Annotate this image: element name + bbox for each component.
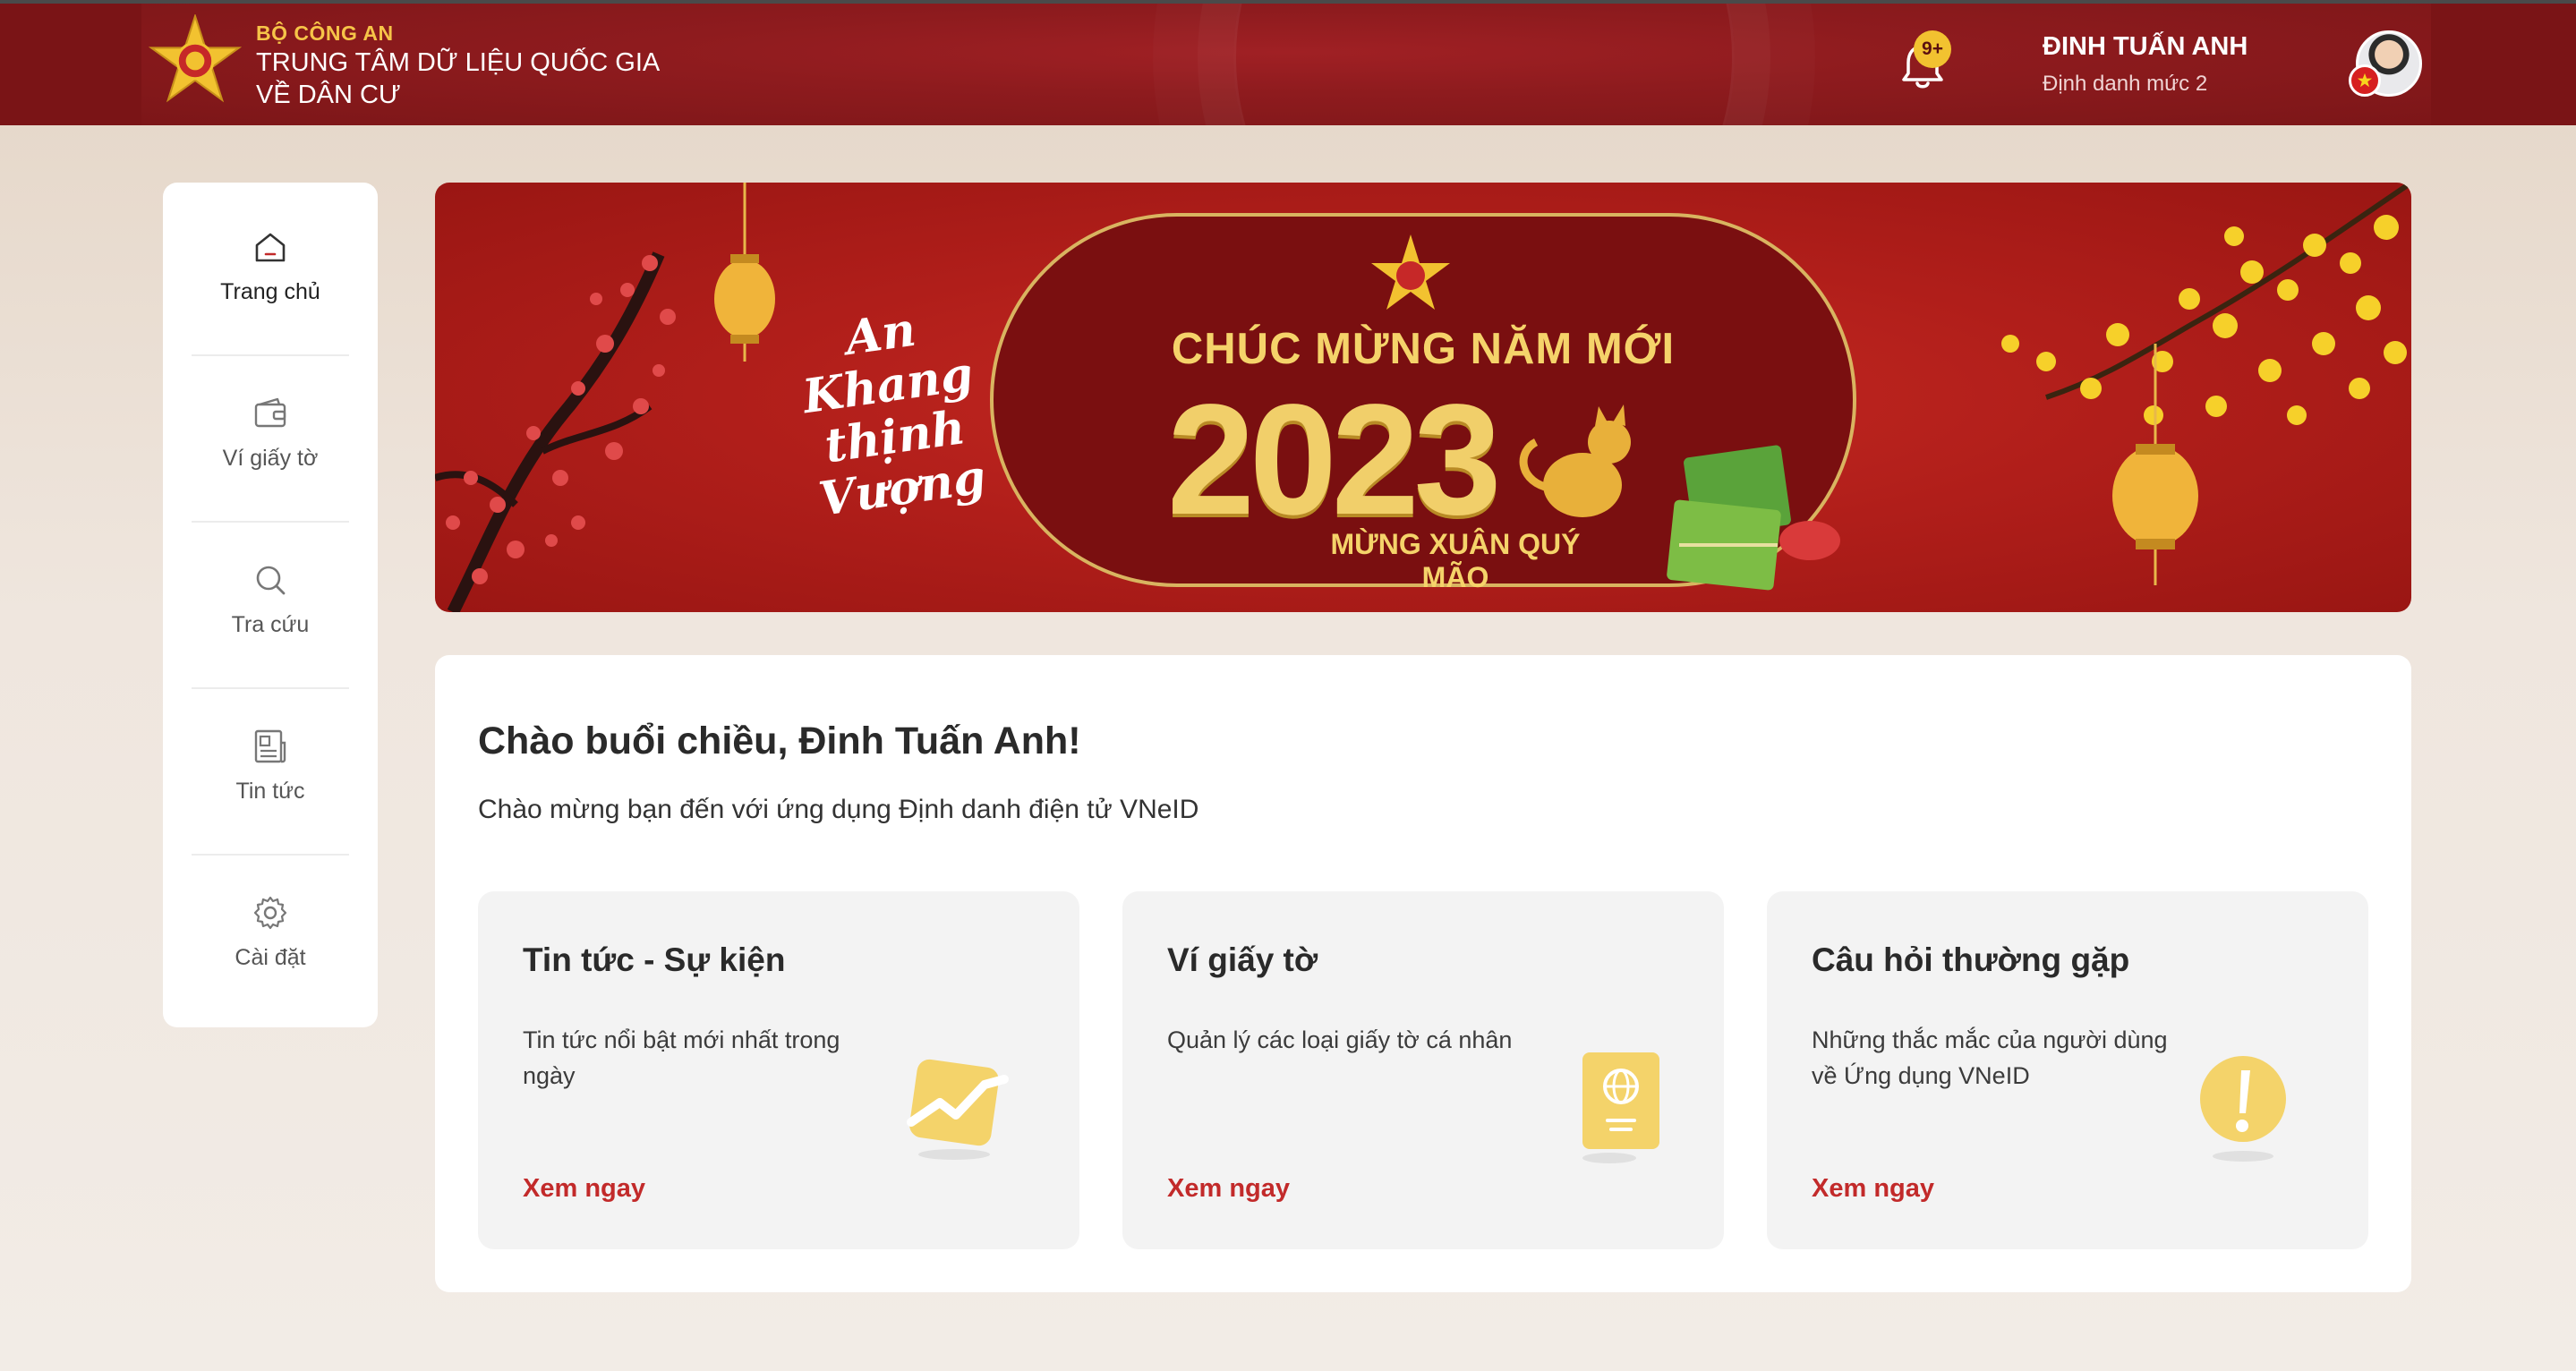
drum-pattern-decoration (1233, 4, 1735, 125)
view-now-link[interactable]: Xem ngay (1812, 1174, 1934, 1204)
user-name[interactable]: ĐINH TUẤN ANH (2043, 32, 2248, 62)
new-year-banner[interactable]: An Khang thịnh Vượng CHÚC MỪNG NĂM MỚI 2… (435, 183, 2411, 612)
card-description: Quản lý các loại giấy tờ cá nhân (1167, 1026, 1513, 1053)
plum-blossom-branch-decoration (435, 251, 676, 612)
card-faq[interactable]: Câu hỏi thường gặp Những thắc mắc của ng… (1767, 891, 2368, 1249)
banner-subtitle: MỪNG XUÂN QUÝ MÃO (1330, 528, 1581, 593)
vietnam-flag-badge-icon (2349, 64, 2381, 97)
lantern-decoration (2112, 344, 2198, 585)
org-name-line1: TRUNG TÂM DỮ LIỆU QUỐC GIA (256, 48, 661, 77)
wallet-icon (254, 397, 286, 427)
header-bar: BỘ CÔNG AN TRUNG TÂM DỮ LIỆU QUỐC GIA VỀ… (141, 4, 2431, 125)
sidebar-item-news[interactable]: Tin tức (163, 682, 378, 848)
police-emblem-logo[interactable] (149, 14, 242, 107)
apricot-blossom-decoration (2001, 183, 2411, 425)
user-identity-level: Định danh mức 2 (2043, 72, 2208, 96)
sidebar-item-label: Trang chủ (220, 278, 320, 304)
welcome-panel: Chào buổi chiều, Đinh Tuấn Anh! Chào mừn… (435, 655, 2411, 1292)
newspaper-icon (254, 729, 286, 762)
sidebar-item-label: Tra cứu (231, 611, 310, 637)
card-document-wallet[interactable]: Ví giấy tờ Quản lý các loại giấy tờ cá n… (1122, 891, 1724, 1249)
banner-year: 2023 (1167, 372, 1502, 548)
sidebar-item-wallet[interactable]: Ví giấy tờ (163, 349, 378, 515)
org-name-line2: VỀ DÂN CƯ (256, 81, 401, 109)
card-description: Tin tức nổi bật mới nhất trong ngày (523, 1026, 840, 1089)
gear-icon (253, 896, 287, 929)
sidebar-nav: Trang chủ Ví giấy tờ Tra cứu Tin tức Cài… (163, 183, 378, 1027)
trend-chart-icon (907, 1059, 1009, 1160)
banner-title: CHÚC MỪNG NĂM MỚI (1171, 325, 1676, 373)
card-title: Ví giấy tờ (1167, 941, 1318, 978)
view-now-link[interactable]: Xem ngay (523, 1174, 645, 1204)
card-title: Câu hỏi thường gặp (1812, 941, 2130, 978)
view-now-link[interactable]: Xem ngay (1167, 1174, 1290, 1204)
sidebar-item-label: Tin tức (235, 778, 305, 804)
org-parent-name: BỘ CÔNG AN (256, 21, 394, 45)
passport-icon (1582, 1052, 1659, 1163)
card-description: Những thắc mắc của người dùng về Ứng dụn… (1812, 1026, 2168, 1089)
card-news-events[interactable]: Tin tức - Sự kiện Tin tức nổi bật mới nh… (478, 891, 1079, 1249)
card-title: Tin tức - Sự kiện (523, 941, 786, 978)
sidebar-item-settings[interactable]: Cài đặt (163, 848, 378, 1015)
welcome-text: Chào mừng bạn đến với ứng dụng Định danh… (478, 795, 1199, 824)
sidebar-item-lookup[interactable]: Tra cứu (163, 515, 378, 682)
home-icon (255, 233, 286, 261)
sidebar-item-home[interactable]: Trang chủ (163, 183, 378, 349)
search-icon (256, 566, 286, 594)
exclamation-icon (2200, 1056, 2286, 1162)
app-header: BỘ CÔNG AN TRUNG TÂM DỮ LIỆU QUỐC GIA VỀ… (0, 4, 2576, 125)
greeting-heading: Chào buổi chiều, Đinh Tuấn Anh! (478, 720, 1081, 762)
sidebar-item-label: Ví giấy tờ (222, 445, 319, 471)
notification-badge: 9+ (1914, 30, 1951, 68)
sidebar-item-label: Cài đặt (235, 944, 306, 970)
